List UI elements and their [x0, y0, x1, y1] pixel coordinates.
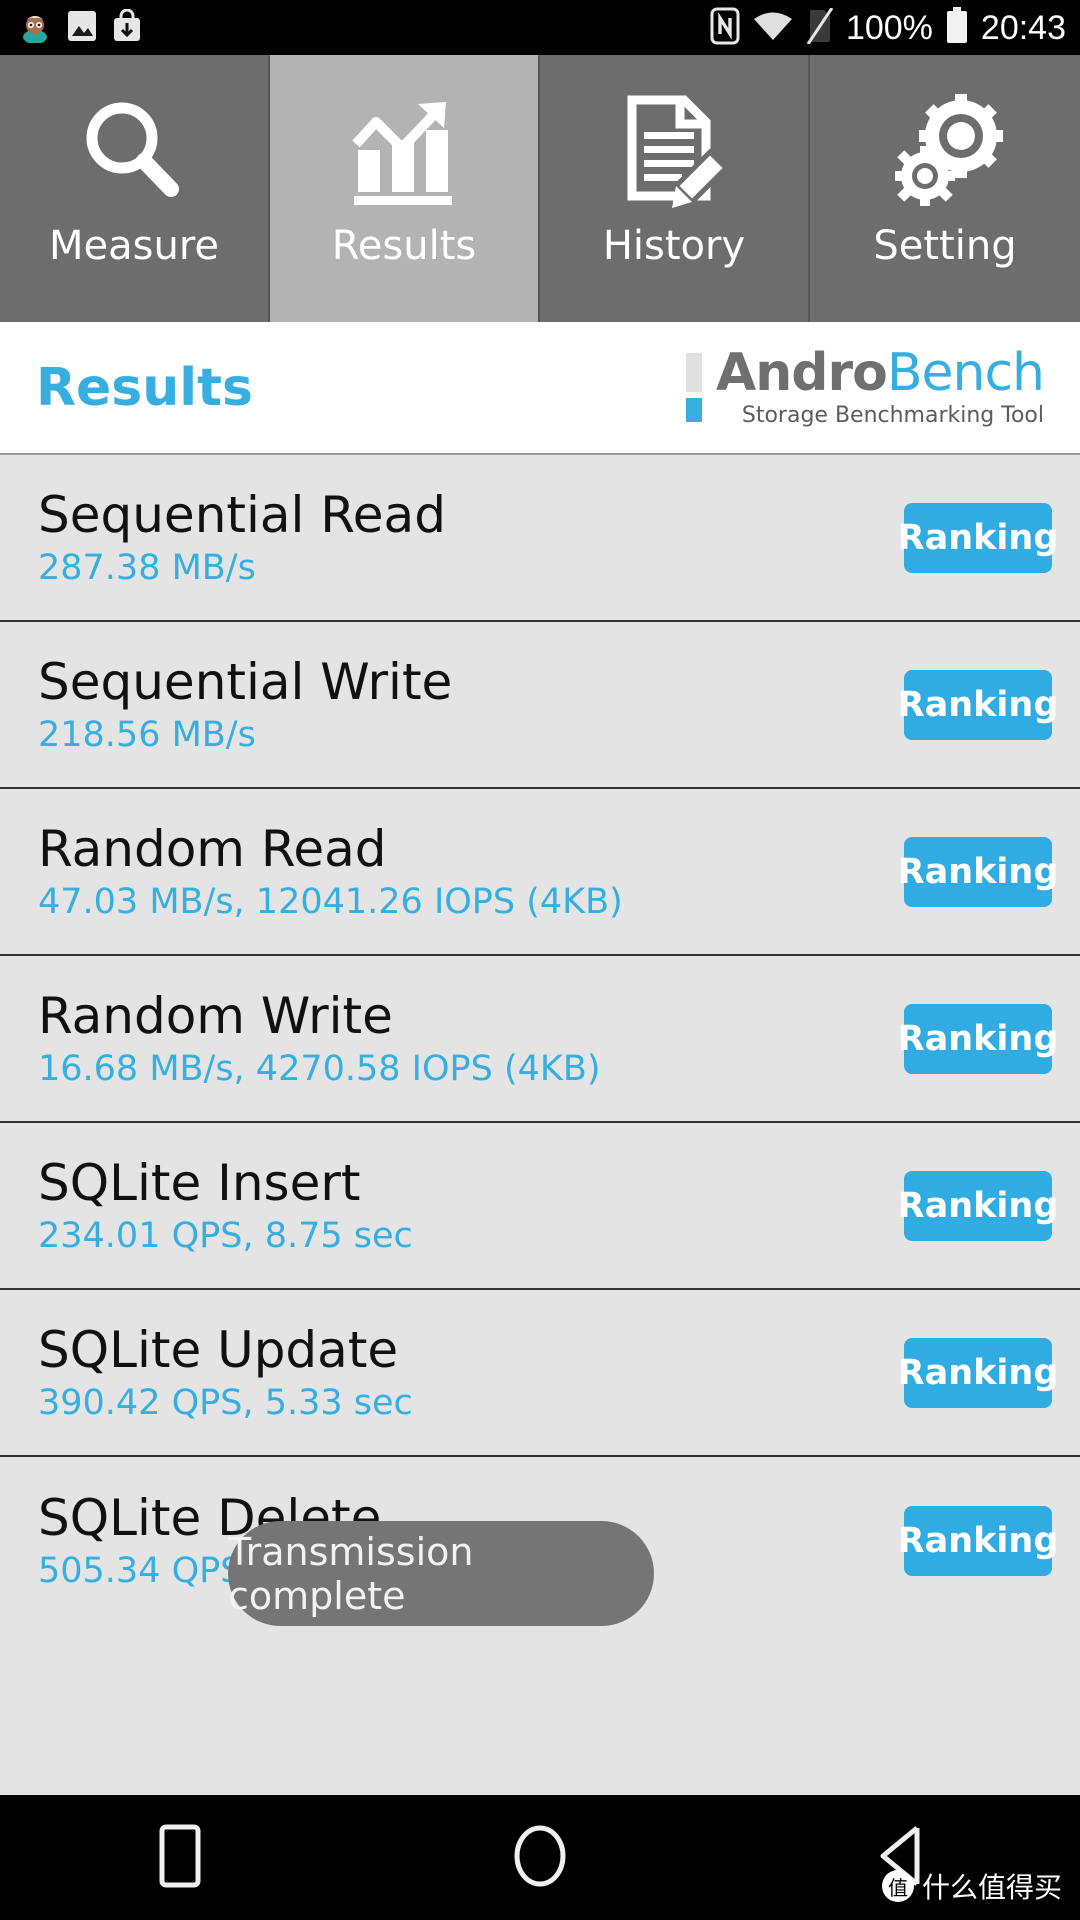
result-value: 390.42 QPS, 5.33 sec: [38, 1383, 413, 1424]
magnifier-icon: [74, 87, 194, 217]
clock: 20:43: [980, 8, 1066, 47]
home-button[interactable]: [360, 1824, 720, 1892]
bar-chart-arrow-icon: [344, 87, 464, 217]
logo-wordmark: AndroBench: [716, 347, 1045, 400]
battery-full-icon: [945, 6, 969, 49]
result-value: 218.56 MB/s: [38, 715, 256, 756]
person-emoji-icon: [18, 9, 52, 47]
tab-measure[interactable]: Measure: [0, 55, 270, 322]
home-circle-icon: [513, 1824, 567, 1892]
tab-history[interactable]: History: [540, 55, 810, 322]
gears-icon: [885, 87, 1005, 217]
androbench-logo: AndroBench Storage Benchmarking Tool: [685, 347, 1045, 428]
android-navigation-bar: 值 什么值得买: [0, 1795, 1080, 1920]
result-title: Sequential Write: [38, 653, 453, 712]
row-text-block: SQLite Insert 234.01 QPS, 8.75 sec: [38, 1155, 413, 1256]
tab-results[interactable]: Results: [270, 55, 540, 322]
row-text-block: SQLite Update 390.42 QPS, 5.33 sec: [38, 1322, 413, 1423]
table-row[interactable]: SQLite Insert 234.01 QPS, 8.75 sec Ranki…: [0, 1123, 1080, 1290]
ranking-button[interactable]: Ranking: [898, 1170, 1058, 1241]
nfc-icon: [710, 7, 740, 49]
recents-square-icon: [159, 1824, 201, 1892]
table-row[interactable]: SQLite Update 390.42 QPS, 5.33 sec Ranki…: [0, 1290, 1080, 1457]
result-value: 47.03 MB/s, 12041.26 IOPS (4KB): [38, 882, 623, 923]
status-bar: 100% 20:43: [0, 0, 1080, 55]
status-bar-left-icons: [18, 8, 142, 47]
ranking-button[interactable]: Ranking: [898, 1337, 1058, 1408]
tab-setting-label: Setting: [873, 223, 1017, 269]
page-header: Results AndroBench Storage Benchmarking …: [0, 322, 1080, 455]
result-title: SQLite Update: [38, 1321, 399, 1380]
table-row[interactable]: Sequential Write 218.56 MB/s Ranking: [0, 622, 1080, 789]
logo-text: AndroBench Storage Benchmarking Tool: [716, 347, 1045, 428]
logo-subtitle: Storage Benchmarking Tool: [741, 402, 1044, 428]
result-value: 234.01 QPS, 8.75 sec: [38, 1216, 413, 1257]
ranking-button[interactable]: Ranking: [898, 669, 1058, 740]
ranking-button[interactable]: Ranking: [898, 1505, 1058, 1576]
sim-off-icon: [806, 6, 834, 48]
download-bag-icon: [112, 8, 142, 47]
row-text-block: Random Write 16.68 MB/s, 4270.58 IOPS (4…: [38, 988, 601, 1089]
watermark-badge-icon: 值: [881, 1870, 914, 1902]
logo-andro: Andro: [715, 343, 888, 404]
result-value: 287.38 MB/s: [38, 548, 256, 589]
photo-icon: [66, 9, 98, 47]
ranking-button[interactable]: Ranking: [898, 836, 1058, 907]
ranking-button[interactable]: Ranking: [898, 502, 1058, 573]
tab-setting[interactable]: Setting: [810, 55, 1080, 322]
table-row[interactable]: Random Read 47.03 MB/s, 12041.26 IOPS (4…: [0, 789, 1080, 956]
watermark-text: 什么值得买: [921, 1871, 1062, 1904]
row-text-block: Sequential Write 218.56 MB/s: [38, 654, 452, 755]
table-row[interactable]: Sequential Read 287.38 MB/s Ranking: [0, 455, 1080, 622]
logo-bars-icon: [685, 347, 702, 427]
logo-bench: Bench: [886, 343, 1045, 404]
result-title: Random Read: [38, 820, 387, 879]
phone-screen: 100% 20:43 Measure Results History Setti…: [0, 0, 1080, 1920]
row-text-block: Random Read 47.03 MB/s, 12041.26 IOPS (4…: [38, 821, 623, 922]
recents-button[interactable]: [0, 1824, 360, 1892]
watermark: 值 什么值得买: [881, 1866, 1062, 1906]
result-title: Sequential Read: [38, 486, 446, 545]
tab-history-label: History: [602, 223, 746, 269]
result-value: 16.68 MB/s, 4270.58 IOPS (4KB): [38, 1049, 601, 1090]
result-title: Random Write: [38, 987, 393, 1046]
toast-message: Transmission complete: [228, 1521, 654, 1626]
battery-percent: 100%: [845, 8, 933, 47]
status-bar-right-icons: 100% 20:43: [710, 6, 1066, 49]
page-title: Results: [36, 357, 253, 418]
result-title: SQLite Insert: [38, 1154, 361, 1213]
tab-results-label: Results: [331, 223, 477, 269]
ranking-button[interactable]: Ranking: [898, 1003, 1058, 1074]
wifi-icon: [752, 10, 794, 46]
top-tab-bar: Measure Results History Setting: [0, 55, 1080, 322]
tab-measure-label: Measure: [49, 223, 219, 269]
row-text-block: Sequential Read 287.38 MB/s: [38, 487, 446, 588]
table-row[interactable]: Random Write 16.68 MB/s, 4270.58 IOPS (4…: [0, 956, 1080, 1123]
document-pencil-icon: [614, 87, 734, 217]
